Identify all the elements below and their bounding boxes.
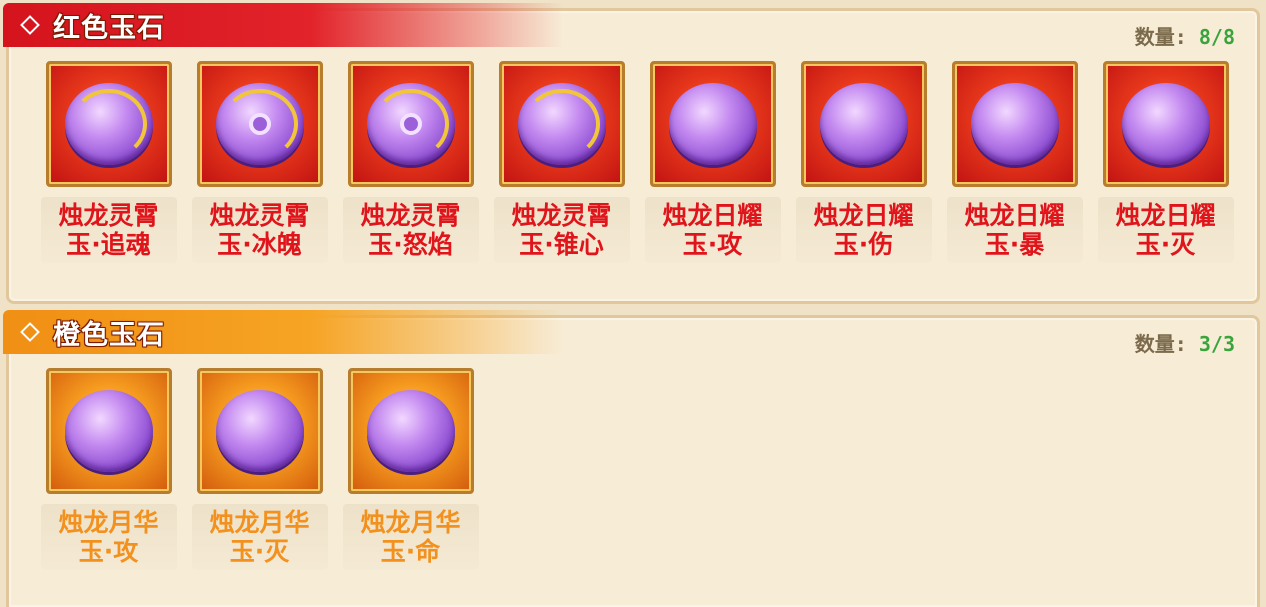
item-slot[interactable] <box>347 61 474 187</box>
item-name-line2: 玉·追魂 <box>66 230 151 259</box>
item-name-line2: 玉·灭 <box>1135 230 1196 259</box>
item-name-line1: 烛龙灵霄 <box>511 201 612 230</box>
jade-item[interactable]: 烛龙日耀 玉·伤 <box>788 61 939 263</box>
item-count: 数量: 3/3 <box>1135 328 1235 357</box>
item-name: 烛龙灵霄 玉·锥心 <box>493 197 630 263</box>
count-value: 8/8 <box>1198 25 1235 49</box>
dragon-jade-coil-icon <box>366 83 455 165</box>
item-name: 烛龙日耀 玉·暴 <box>946 197 1083 263</box>
item-name-line1: 烛龙日耀 <box>1115 201 1216 230</box>
item-name-line1: 烛龙灵霄 <box>360 201 461 230</box>
item-name-line2: 玉·怒焰 <box>368 230 453 259</box>
jade-item[interactable]: 烛龙月华 玉·攻 <box>33 368 184 570</box>
dragon-jade-serpent-icon <box>517 83 606 165</box>
dragon-orb-jade-icon <box>668 83 757 165</box>
item-name-line2: 玉·攻 <box>78 537 139 566</box>
item-slot[interactable] <box>498 61 625 187</box>
item-name: 烛龙月华 玉·命 <box>342 504 479 570</box>
section-header: 橙色玉石 <box>3 310 563 354</box>
count-label: 数量: <box>1134 25 1187 49</box>
red-jade-section: 红色玉石 数量: 8/8 烛龙灵霄 玉·追魂 烛龙灵霄 玉·冰魄 烛龙灵霄 玉·… <box>3 3 1260 304</box>
jade-item[interactable]: 烛龙灵霄 玉·怒焰 <box>335 61 486 263</box>
item-name-line2: 玉·伤 <box>833 230 894 259</box>
section-title: 橙色玉石 <box>53 319 165 351</box>
item-slot[interactable] <box>196 61 323 187</box>
dragon-orb-jade-icon <box>64 390 153 472</box>
item-name: 烛龙日耀 玉·伤 <box>795 197 932 263</box>
jade-item[interactable]: 烛龙日耀 玉·灭 <box>1090 61 1241 263</box>
section-title: 红色玉石 <box>53 12 165 44</box>
item-name-line1: 烛龙月华 <box>209 508 310 537</box>
item-slot[interactable] <box>649 61 776 187</box>
item-name-line2: 玉·暴 <box>984 230 1045 259</box>
item-name: 烛龙月华 玉·攻 <box>40 504 177 570</box>
jade-item[interactable]: 烛龙月华 玉·命 <box>335 368 486 570</box>
diamond-icon <box>20 15 40 35</box>
jade-item[interactable]: 烛龙灵霄 玉·冰魄 <box>184 61 335 263</box>
item-name-line1: 烛龙灵霄 <box>58 201 159 230</box>
item-name-line2: 玉·冰魄 <box>217 230 302 259</box>
dragon-jade-swirl-icon <box>64 83 153 165</box>
jade-item[interactable]: 烛龙月华 玉·灭 <box>184 368 335 570</box>
dragon-orb-jade-icon <box>366 390 455 472</box>
item-name-line1: 烛龙灵霄 <box>209 201 310 230</box>
section-header: 红色玉石 <box>3 3 563 47</box>
orange-jade-section: 橙色玉石 数量: 3/3 烛龙月华 玉·攻 烛龙月华 玉·灭 烛龙月华 玉·命 <box>3 310 1260 607</box>
dragon-jade-ring-icon <box>215 83 304 165</box>
item-slot[interactable] <box>196 368 323 494</box>
item-slot[interactable] <box>1102 61 1229 187</box>
jade-item[interactable]: 烛龙灵霄 玉·锥心 <box>486 61 637 263</box>
item-name-line2: 玉·灭 <box>229 537 290 566</box>
dragon-orb-jade-icon <box>970 83 1059 165</box>
jade-item[interactable]: 烛龙日耀 玉·暴 <box>939 61 1090 263</box>
item-name: 烛龙日耀 玉·灭 <box>1097 197 1234 263</box>
diamond-icon <box>20 322 40 342</box>
item-name-line2: 玉·命 <box>380 537 441 566</box>
item-name-line2: 玉·攻 <box>682 230 743 259</box>
item-name: 烛龙灵霄 玉·冰魄 <box>191 197 328 263</box>
item-name-line1: 烛龙月华 <box>58 508 159 537</box>
item-name: 烛龙灵霄 玉·怒焰 <box>342 197 479 263</box>
item-count: 数量: 8/8 <box>1135 21 1235 50</box>
item-name-line2: 玉·锥心 <box>519 230 604 259</box>
item-name-line1: 烛龙日耀 <box>813 201 914 230</box>
jade-item[interactable]: 烛龙灵霄 玉·追魂 <box>33 61 184 263</box>
dragon-orb-jade-icon <box>1121 83 1210 165</box>
count-label: 数量: <box>1134 332 1187 356</box>
item-name-line1: 烛龙日耀 <box>964 201 1065 230</box>
dragon-orb-jade-icon <box>819 83 908 165</box>
item-grid: 烛龙月华 玉·攻 烛龙月华 玉·灭 烛龙月华 玉·命 <box>33 368 486 570</box>
item-grid: 烛龙灵霄 玉·追魂 烛龙灵霄 玉·冰魄 烛龙灵霄 玉·怒焰 烛龙灵霄 玉·锥心 … <box>33 61 1241 263</box>
item-name: 烛龙灵霄 玉·追魂 <box>40 197 177 263</box>
item-name-line1: 烛龙月华 <box>360 508 461 537</box>
item-slot[interactable] <box>951 61 1078 187</box>
item-name-line1: 烛龙日耀 <box>662 201 763 230</box>
count-value: 3/3 <box>1198 332 1235 356</box>
item-slot[interactable] <box>347 368 474 494</box>
item-name: 烛龙月华 玉·灭 <box>191 504 328 570</box>
item-slot[interactable] <box>800 61 927 187</box>
item-slot[interactable] <box>45 61 172 187</box>
item-name: 烛龙日耀 玉·攻 <box>644 197 781 263</box>
item-slot[interactable] <box>45 368 172 494</box>
jade-item[interactable]: 烛龙日耀 玉·攻 <box>637 61 788 263</box>
dragon-orb-jade-icon <box>215 390 304 472</box>
